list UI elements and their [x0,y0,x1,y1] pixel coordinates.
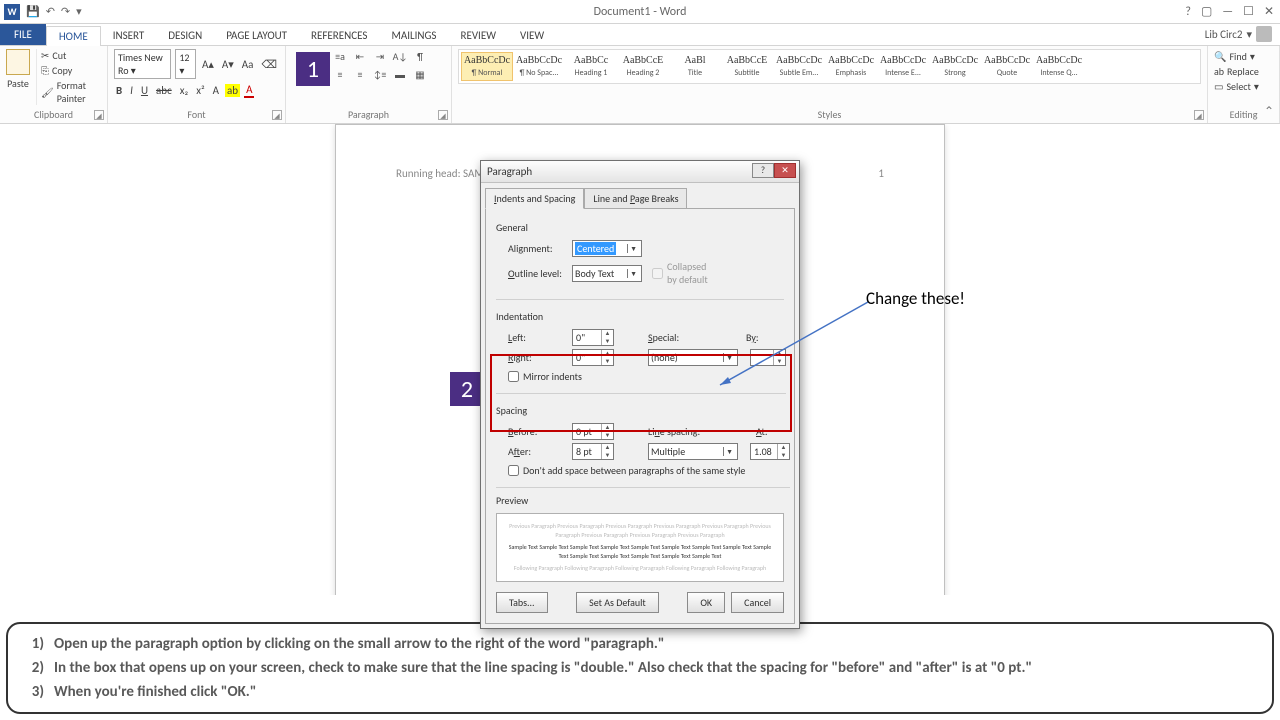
annotation-text: Change these! [866,288,965,309]
